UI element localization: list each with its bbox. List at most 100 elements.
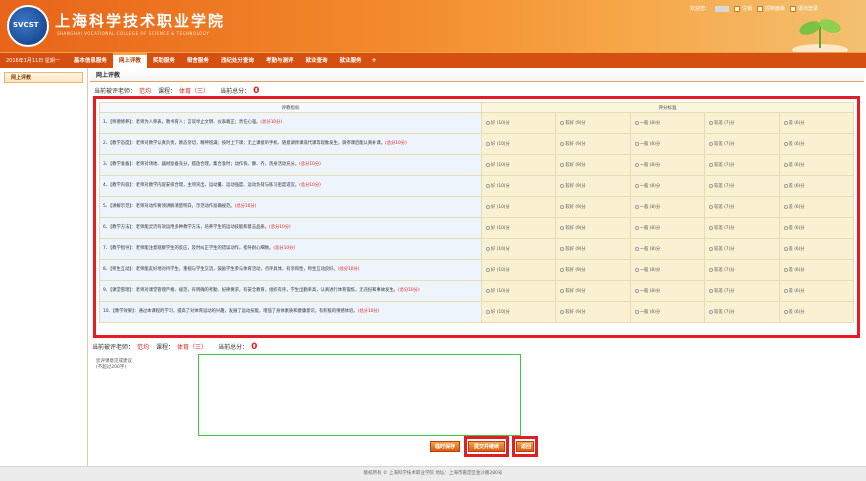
comment-textarea[interactable] <box>198 354 521 436</box>
rating-option[interactable]: 好 (10)分 <box>480 112 557 134</box>
radio-button-icon[interactable] <box>560 141 565 146</box>
radio-button-icon[interactable] <box>783 309 788 314</box>
radio-button-icon[interactable] <box>634 141 639 146</box>
radio-button-icon[interactable] <box>486 204 490 209</box>
nav-item-dormitory[interactable]: 宿舍服务 <box>181 53 215 69</box>
radio-button-icon[interactable] <box>486 309 490 314</box>
rating-option[interactable]: 较好 (9)分 <box>555 280 631 302</box>
radio-button-icon[interactable] <box>709 120 714 125</box>
rating-option[interactable]: 差 (6)分 <box>778 238 855 260</box>
rating-option[interactable]: 较差 (7)分 <box>704 259 780 281</box>
rating-option[interactable]: 差 (6)分 <box>778 280 855 302</box>
radio-button-icon[interactable] <box>486 141 490 146</box>
rating-option[interactable]: 较好 (9)分 <box>555 196 631 218</box>
radio-button-icon[interactable] <box>560 162 565 167</box>
nav-item-employment-service[interactable]: 就业服务 <box>333 53 367 69</box>
radio-button-icon[interactable] <box>709 267 714 272</box>
nav-item-basic-info[interactable]: 基本信息服务 <box>68 53 113 69</box>
rating-option[interactable]: 较差 (7)分 <box>704 196 780 218</box>
radio-button-icon[interactable] <box>634 267 639 272</box>
rating-option[interactable]: 好 (10)分 <box>480 154 557 176</box>
rating-option[interactable]: 一般 (8)分 <box>629 112 706 134</box>
radio-button-icon[interactable] <box>486 183 490 188</box>
rating-option[interactable]: 较好 (9)分 <box>555 217 631 239</box>
nav-item-attendance[interactable]: 考勤与测评 <box>260 53 300 69</box>
rating-option[interactable]: 差 (6)分 <box>778 217 855 239</box>
radio-button-icon[interactable] <box>783 162 788 167</box>
rating-option[interactable]: 较好 (9)分 <box>555 154 631 176</box>
rating-option[interactable]: 较差 (7)分 <box>704 217 780 239</box>
rating-option[interactable]: 一般 (8)分 <box>629 217 706 239</box>
radio-button-icon[interactable] <box>783 225 788 230</box>
radio-button-icon[interactable] <box>783 204 788 209</box>
radio-button-icon[interactable] <box>709 204 714 209</box>
rating-option[interactable]: 较好 (9)分 <box>555 259 631 281</box>
radio-button-icon[interactable] <box>634 246 639 251</box>
radio-button-icon[interactable] <box>709 162 714 167</box>
rating-option[interactable]: 一般 (8)分 <box>629 133 706 155</box>
radio-button-icon[interactable] <box>634 288 639 293</box>
rating-option[interactable]: 差 (6)分 <box>778 133 855 155</box>
radio-button-icon[interactable] <box>560 120 565 125</box>
control-panel-link[interactable]: 控制面板 <box>757 5 785 12</box>
rating-option[interactable]: 较好 (9)分 <box>555 301 631 323</box>
rating-option[interactable]: 差 (6)分 <box>778 154 855 176</box>
rating-option[interactable]: 差 (6)分 <box>778 175 855 197</box>
rating-option[interactable]: 一般 (8)分 <box>629 238 706 260</box>
radio-button-icon[interactable] <box>560 246 565 251</box>
radio-button-icon[interactable] <box>634 120 639 125</box>
rating-option[interactable]: 一般 (8)分 <box>629 154 706 176</box>
rating-option[interactable]: 一般 (8)分 <box>629 196 706 218</box>
rating-option[interactable]: 好 (10)分 <box>480 280 557 302</box>
rating-option[interactable]: 较差 (7)分 <box>704 154 780 176</box>
nav-item-discipline[interactable]: 违纪处分查询 <box>215 53 260 69</box>
rating-option[interactable]: 一般 (8)分 <box>629 175 706 197</box>
radio-button-icon[interactable] <box>560 183 565 188</box>
rating-option[interactable]: 差 (6)分 <box>778 196 855 218</box>
rating-option[interactable]: 好 (10)分 <box>480 238 557 260</box>
sidebar-item-online-evaluation[interactable]: 网上评教 <box>4 72 83 83</box>
radio-button-icon[interactable] <box>560 267 565 272</box>
rating-option[interactable]: 较差 (7)分 <box>704 133 780 155</box>
radio-button-icon[interactable] <box>634 204 639 209</box>
save-draft-button[interactable]: 临时保存 <box>430 441 461 452</box>
rating-option[interactable]: 一般 (8)分 <box>629 259 706 281</box>
exit-link[interactable]: 退出登录 <box>790 5 818 12</box>
rating-option[interactable]: 较好 (9)分 <box>555 112 631 134</box>
radio-button-icon[interactable] <box>634 225 639 230</box>
radio-button-icon[interactable] <box>560 309 565 314</box>
radio-button-icon[interactable] <box>486 162 490 167</box>
rating-option[interactable]: 一般 (8)分 <box>629 301 706 323</box>
radio-button-icon[interactable] <box>709 309 714 314</box>
radio-button-icon[interactable] <box>634 162 639 167</box>
rating-option[interactable]: 较差 (7)分 <box>704 301 780 323</box>
radio-button-icon[interactable] <box>783 246 788 251</box>
rating-option[interactable]: 好 (10)分 <box>480 217 557 239</box>
radio-button-icon[interactable] <box>783 267 788 272</box>
radio-button-icon[interactable] <box>486 267 490 272</box>
radio-button-icon[interactable] <box>783 120 788 125</box>
rating-option[interactable]: 较好 (9)分 <box>555 133 631 155</box>
radio-button-icon[interactable] <box>560 204 565 209</box>
nav-item-employment-query[interactable]: 就业查询 <box>299 53 333 69</box>
nav-more-icon[interactable]: + <box>367 57 380 64</box>
rating-option[interactable]: 好 (10)分 <box>480 196 557 218</box>
radio-button-icon[interactable] <box>709 183 714 188</box>
radio-button-icon[interactable] <box>560 225 565 230</box>
radio-button-icon[interactable] <box>634 309 639 314</box>
rating-option[interactable]: 好 (10)分 <box>480 259 557 281</box>
radio-button-icon[interactable] <box>783 141 788 146</box>
rating-option[interactable]: 较好 (9)分 <box>555 175 631 197</box>
rating-option[interactable]: 差 (6)分 <box>778 259 855 281</box>
rating-option[interactable]: 较好 (9)分 <box>555 238 631 260</box>
rating-option[interactable]: 差 (6)分 <box>778 301 855 323</box>
rating-option[interactable]: 较差 (7)分 <box>704 175 780 197</box>
rating-option[interactable]: 较差 (7)分 <box>704 280 780 302</box>
rating-option[interactable]: 好 (10)分 <box>480 133 557 155</box>
radio-button-icon[interactable] <box>709 225 714 230</box>
rating-option[interactable]: 差 (6)分 <box>778 112 855 134</box>
nav-item-online-evaluation[interactable]: 网上评教 <box>112 52 147 69</box>
back-button[interactable]: 返回 <box>516 441 534 452</box>
rating-option[interactable]: 较差 (7)分 <box>704 238 780 260</box>
rating-option[interactable]: 好 (10)分 <box>480 175 557 197</box>
